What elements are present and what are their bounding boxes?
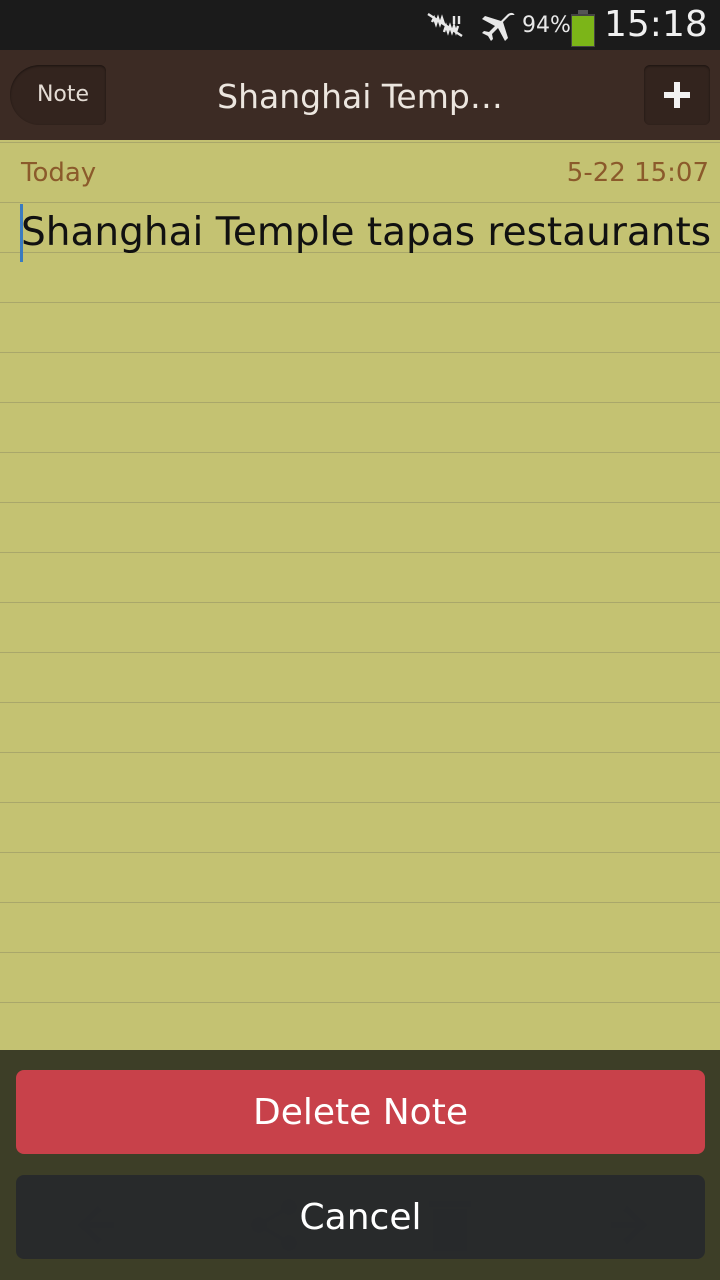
- ruled-lines: [0, 140, 720, 1050]
- no-signal-icon: [424, 10, 466, 44]
- airplane-mode-icon: [480, 10, 516, 46]
- page-title: Shanghai Temp…: [217, 77, 503, 116]
- delete-note-button[interactable]: Delete Note: [16, 1070, 705, 1154]
- note-timestamp: 5-22 15:07: [566, 158, 709, 188]
- note-paper[interactable]: Today 5-22 15:07 Shanghai Temple tapas r…: [0, 140, 720, 1050]
- add-note-button[interactable]: [644, 65, 710, 125]
- battery-percent: 94%: [522, 13, 571, 38]
- status-bar: 94% 15:18: [0, 0, 720, 50]
- action-bar: Note Shanghai Temp…: [0, 50, 720, 140]
- cancel-button[interactable]: Cancel: [16, 1175, 705, 1259]
- plus-icon: [663, 81, 691, 113]
- back-button[interactable]: Note: [10, 65, 106, 125]
- clock: 15:18: [604, 4, 708, 45]
- note-body[interactable]: Shanghai Temple tapas restaurants: [21, 210, 711, 255]
- screen: 94% 15:18 Note Shanghai Temp… Today 5-22: [0, 0, 720, 1280]
- date-label: Today: [21, 158, 97, 188]
- battery-icon: [570, 10, 596, 52]
